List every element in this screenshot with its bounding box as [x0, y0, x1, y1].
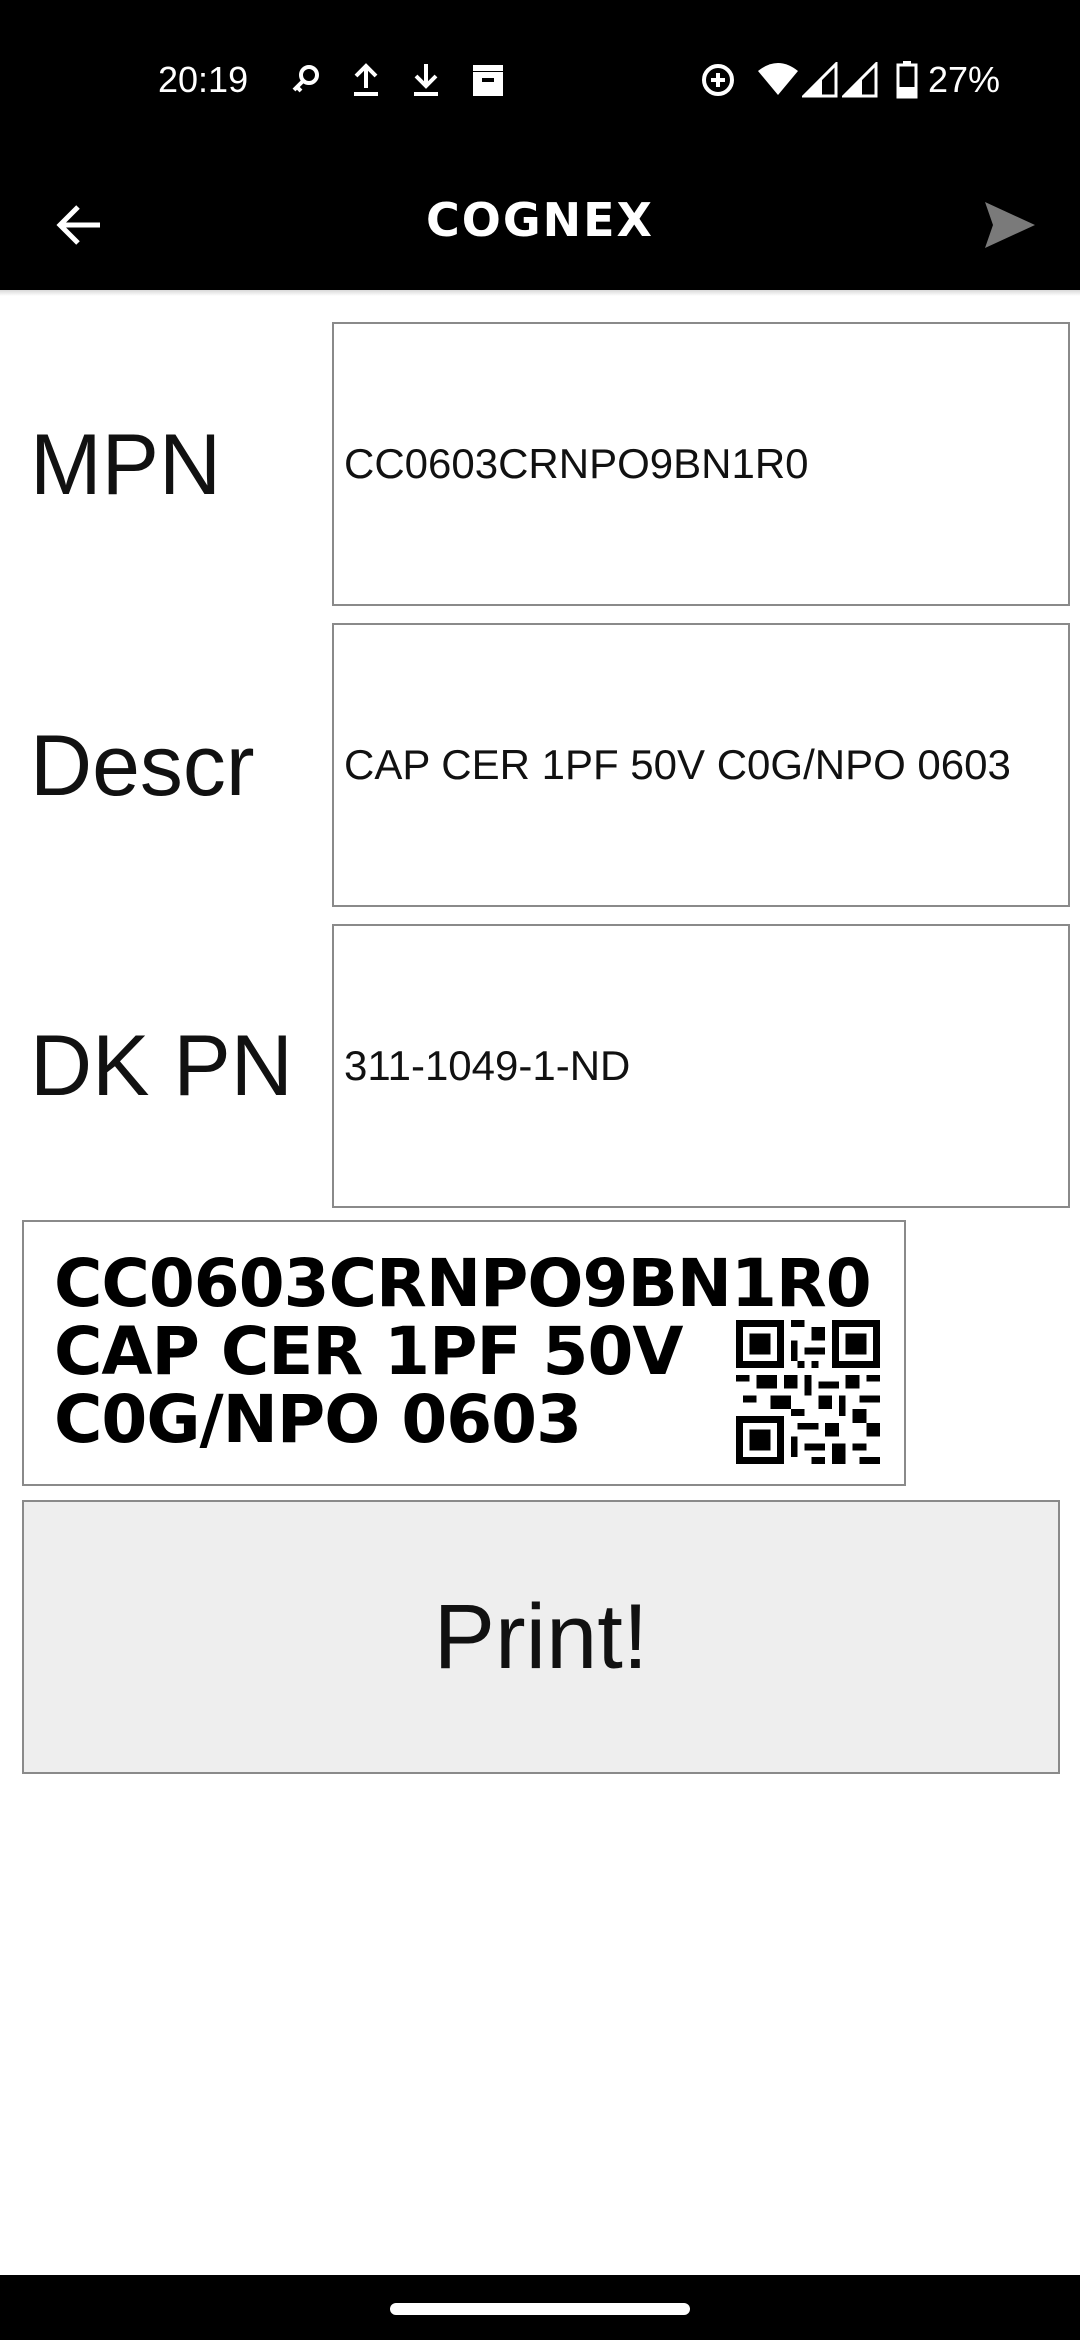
status-time: 20:19	[158, 59, 249, 100]
dkpn-label: DK PN	[30, 1018, 293, 1114]
navigation-bar	[0, 2275, 1080, 2340]
label-line-mpn: CC0603CRNPO9BN1R0	[54, 1245, 872, 1322]
descr-field[interactable]	[332, 623, 1070, 907]
label-preview: CC0603CRNPO9BN1R0 CAP CER 1PF 50V C0G/NP…	[22, 1220, 906, 1486]
status-bar: 20:19 27%	[0, 0, 1080, 165]
mpn-input[interactable]	[334, 440, 1068, 488]
app-bar: COGNEX	[0, 165, 1080, 290]
label-line-descr-2: C0G/NPO 0603	[54, 1381, 582, 1458]
qr-code	[736, 1320, 880, 1464]
dkpn-field[interactable]	[332, 924, 1070, 1208]
print-button[interactable]: Print!	[22, 1500, 1060, 1774]
app-logo: COGNEX	[425, 193, 654, 247]
label-line-descr-1: CAP CER 1PF 50V	[54, 1313, 683, 1390]
descr-input[interactable]	[334, 741, 1068, 789]
app-bar-shadow	[0, 290, 1080, 296]
battery-percent: 27%	[928, 59, 1001, 100]
upload-icon	[348, 58, 384, 102]
download-icon	[408, 58, 444, 102]
key-icon	[288, 58, 324, 102]
signal-icon	[840, 58, 880, 102]
dkpn-input[interactable]	[334, 1042, 1068, 1090]
signal-icon	[800, 58, 840, 102]
wifi-icon	[756, 58, 800, 102]
battery-icon	[892, 58, 922, 102]
store-icon	[468, 58, 508, 102]
send-button[interactable]	[970, 187, 1050, 267]
data-saver-icon	[698, 58, 738, 102]
home-gesture-handle[interactable]	[390, 2303, 690, 2315]
mpn-field[interactable]	[332, 322, 1070, 606]
descr-label: Descr	[30, 718, 255, 814]
mpn-label: MPN	[30, 417, 222, 513]
send-icon	[983, 200, 1037, 255]
